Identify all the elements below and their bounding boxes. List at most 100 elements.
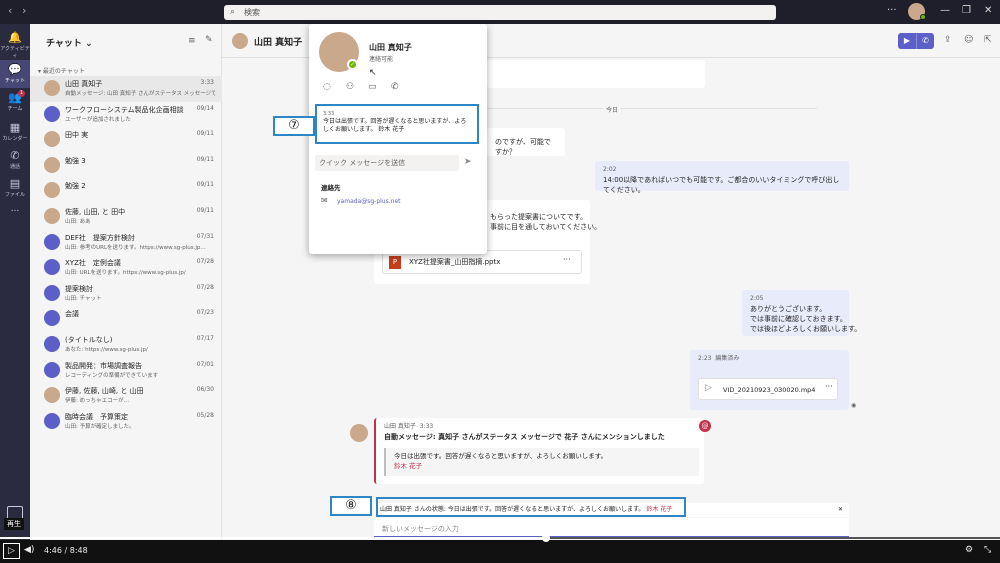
- rail-calendar[interactable]: ▦ カレンダー: [0, 118, 30, 146]
- chat-list-item[interactable]: 臨時会議 予算策定 山田: 予算が確定しました。 05/28: [30, 409, 222, 435]
- chat-preview: 山田: チャット: [65, 295, 102, 302]
- chat-list-item[interactable]: ワークフローシステム製品化企画相談 ユーザーが追加されました 09/14: [30, 102, 222, 128]
- search-icon: ⌕: [230, 7, 236, 17]
- send-icon[interactable]: ➤: [464, 157, 472, 167]
- compose-input[interactable]: 新しいメッセージの入力: [374, 518, 849, 538]
- quick-message-input[interactable]: クイック メッセージを送信: [315, 155, 459, 171]
- org-chart-icon[interactable]: ⚇: [346, 82, 354, 92]
- search-input[interactable]: ⌕ 検索: [224, 5, 776, 20]
- chat-list-item[interactable]: 製品開発：市場調査報告 レコーディングの準備ができています 07/01: [30, 358, 222, 384]
- more-options-icon[interactable]: ···: [563, 255, 571, 265]
- chat-icon[interactable]: ◌: [323, 82, 331, 92]
- phone-icon[interactable]: ✆: [391, 82, 399, 92]
- chat-name: 提案検討: [65, 284, 93, 293]
- mention[interactable]: 鈴木 花子: [394, 461, 691, 471]
- email-link[interactable]: yamada@sg-plus.net: [337, 198, 401, 205]
- share-screen-icon[interactable]: ⇪: [944, 35, 952, 45]
- settings-icon[interactable]: ⚙: [965, 545, 973, 555]
- audio-call-icon[interactable]: ✆: [916, 33, 934, 49]
- new-chat-icon[interactable]: ✎: [205, 35, 213, 45]
- message-text: のですが、可能ですか？: [495, 138, 551, 156]
- rail-files[interactable]: ▤ ファイル: [0, 174, 30, 202]
- rail-more[interactable]: ...: [0, 204, 30, 232]
- chat-preview: 山田: ああ: [65, 219, 91, 225]
- chat-list-item[interactable]: 伊藤, 佐藤, 山崎, と 山田 伊藤: めっちゃエコーが… 06/30: [30, 383, 222, 409]
- rail-label: チャット: [5, 78, 25, 84]
- chat-list-item[interactable]: (タイトルなし) あなた: https://www.sg-plus.jp/ 07…: [30, 332, 222, 358]
- chat-date: 07/31: [196, 232, 214, 240]
- message-time: 2:23: [698, 355, 712, 362]
- avatar: [44, 284, 60, 301]
- message-time: 2:05: [750, 295, 764, 302]
- quick-message-placeholder: クイック メッセージを送信: [319, 159, 406, 167]
- chat-date: 05/28: [196, 411, 214, 419]
- chat-title-text: チャット: [46, 39, 82, 49]
- phone-icon: ✆: [10, 149, 20, 162]
- avatar: [44, 259, 60, 276]
- rail-calls[interactable]: ✆ 通話: [0, 146, 30, 174]
- chat-preview: ユーザーが追加されました: [65, 116, 131, 123]
- calendar-icon: ▦: [9, 121, 21, 134]
- file-attachment[interactable]: ▷ VID_20210923_030020.mp4 ···: [698, 378, 838, 400]
- rail-teams[interactable]: 👥 1 チーム: [0, 88, 30, 116]
- chat-list-item[interactable]: 勉強 3 09/11: [30, 153, 222, 179]
- rail-activity[interactable]: 🔔 アクティビティ: [0, 28, 30, 59]
- chat-list-item[interactable]: DEF社 提案方針検討 山田: 参考のURLを送ります。https://www.…: [30, 230, 222, 256]
- exit-fullscreen-icon[interactable]: ⤡: [984, 545, 991, 555]
- popout-icon[interactable]: ⇱: [984, 35, 992, 45]
- seek-handle[interactable]: [542, 534, 550, 542]
- chat-name: 会議: [65, 310, 79, 319]
- chat-name: XYZ社 定例会議: [65, 259, 121, 268]
- chevron-down-icon[interactable]: ⌄: [85, 39, 93, 49]
- back-arrow-icon[interactable]: ‹: [8, 4, 12, 17]
- rail-label: アクティビティ: [0, 46, 30, 59]
- header-avatar[interactable]: [232, 33, 248, 49]
- message-time: 3:33: [419, 423, 434, 430]
- filter-icon[interactable]: ≡: [188, 36, 196, 46]
- close-icon[interactable]: ✕: [984, 5, 992, 16]
- callout-8-highlight: [376, 497, 686, 517]
- chat-name: 製品開発：市場調査報告: [65, 361, 142, 370]
- close-icon[interactable]: ✕: [838, 503, 843, 517]
- chat-list-item[interactable]: 田中 実 09/11: [30, 127, 222, 153]
- video-call-icon[interactable]: ▭: [368, 82, 377, 92]
- minimize-icon[interactable]: —: [940, 5, 950, 16]
- video-player-bar: ▷ ◀) 4:46 / 8:48 ⚙ ⤡: [0, 534, 1000, 563]
- auto-message: 山田 真知子 3:33 自動メッセージ: 真知子 さんがステータス メッセージで…: [374, 418, 704, 484]
- video-call-icon[interactable]: ▶: [898, 33, 916, 49]
- recent-chats-header[interactable]: ▾ 最近のチャット: [38, 66, 85, 75]
- more-options-icon[interactable]: ···: [887, 5, 897, 16]
- chat-header-name[interactable]: 山田 真知子: [254, 35, 302, 48]
- play-icon[interactable]: ▷: [3, 543, 20, 559]
- avatar: [44, 233, 60, 250]
- more-options-icon[interactable]: ···: [825, 382, 833, 392]
- restore-icon[interactable]: ❐: [962, 5, 971, 16]
- chat-list-item[interactable]: 提案検討 山田: チャット 07/28: [30, 281, 222, 307]
- chat-list-item[interactable]: 会議 07/23: [30, 306, 222, 332]
- total-time: 8:48: [69, 546, 88, 555]
- title-bar: ‹ › ⌕ 検索 ··· — ❐ ✕: [0, 0, 1000, 24]
- avatar: [44, 336, 60, 352]
- chat-list-item[interactable]: 勉強 2 09/11: [30, 178, 222, 204]
- search-placeholder: 検索: [244, 8, 260, 17]
- avatar: [44, 131, 60, 148]
- rail-chat[interactable]: 💬 チャット: [0, 60, 30, 88]
- chat-list-item[interactable]: XYZ社 定例会議 山田: URLを送ります。https://www.sg-pl…: [30, 255, 222, 281]
- forward-arrow-icon[interactable]: ›: [22, 4, 26, 17]
- chat-preview: 伊藤: めっちゃエコーが…: [65, 398, 130, 405]
- call-buttons: ▶ ✆: [898, 33, 934, 49]
- chat-name: ワークフローシステム製品化企画相談: [65, 105, 184, 114]
- chat-date: 06/30: [196, 386, 214, 394]
- chat-list-item[interactable]: 佐藤, 山田, と 田中 山田: ああ 09/11: [30, 204, 222, 230]
- chat-name: 臨時会議 予算策定: [65, 412, 128, 421]
- contact-heading: 連絡先: [321, 184, 341, 192]
- compose-placeholder: 新しいメッセージの入力: [382, 525, 459, 533]
- sender-avatar[interactable]: [350, 424, 368, 442]
- more-icon: ...: [10, 204, 20, 214]
- status-message-text: 今日は出張です。回答が遅くなると思いますが、よろしくお願いします。 鈴木 花子: [323, 118, 467, 133]
- people-icon[interactable]: ☺: [964, 35, 973, 45]
- chat-preview: 山田: 予算が確定しました。: [65, 423, 135, 430]
- chat-name: 伊藤, 佐藤, 山崎, と 山田: [65, 387, 144, 396]
- chat-list-item[interactable]: 山田 真知子 自動メッセージ: 山田 真知子 さんがステータス メッセージで 花…: [30, 76, 222, 102]
- volume-icon[interactable]: ◀): [24, 545, 34, 555]
